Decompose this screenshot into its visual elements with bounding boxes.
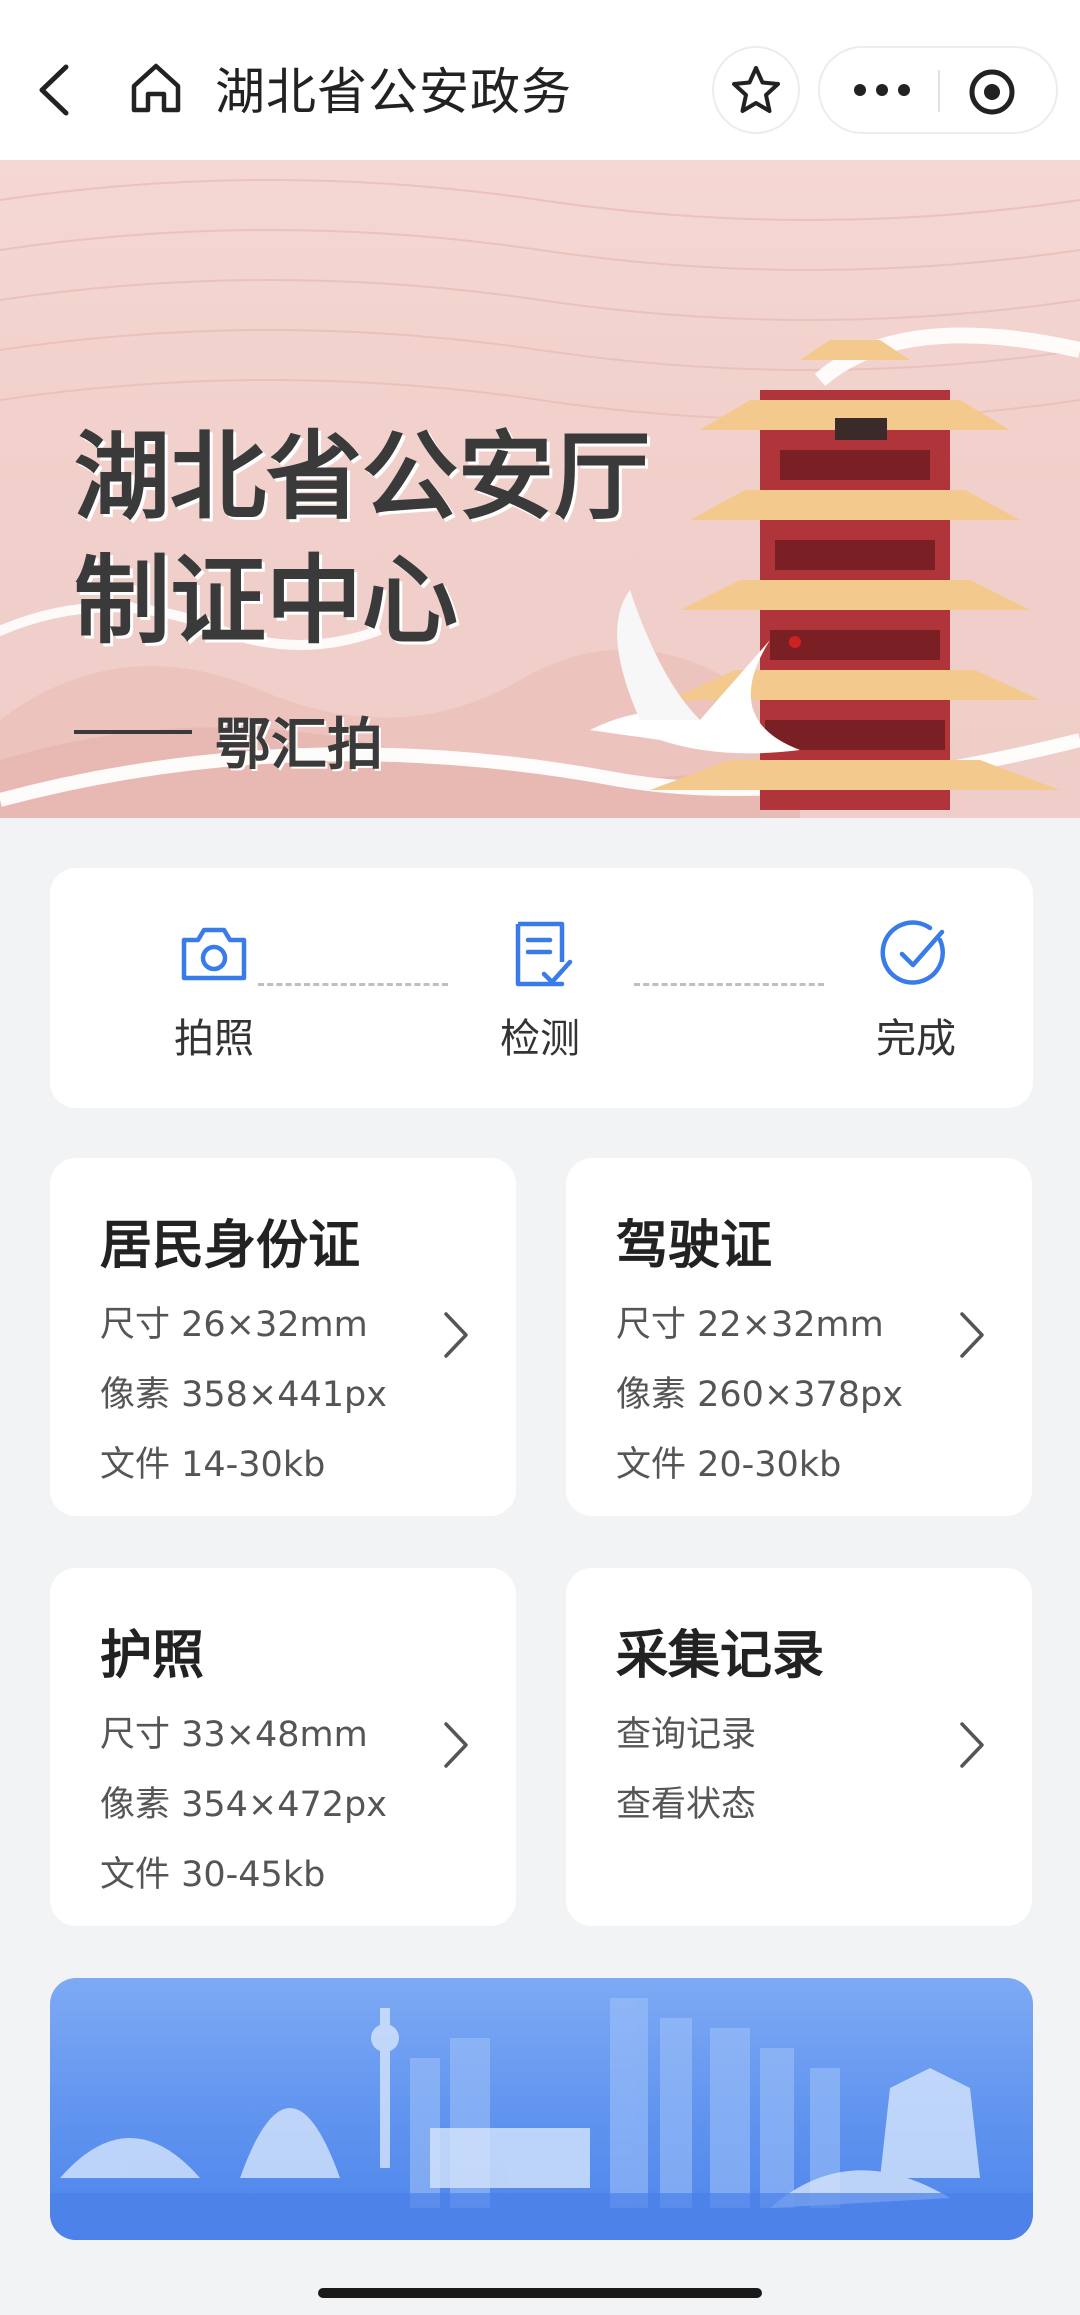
chevron-right-icon [960,1722,984,1768]
home-button[interactable] [128,60,184,116]
card-file: 文件 20-30kb [616,1445,842,1485]
id-card-option[interactable]: 居民身份证 尺寸 26×32mm 像素 358×441px 文件 14-30kb [50,1158,516,1516]
banner-subtitle: 鄂汇拍 [215,712,383,778]
chevron-right-icon [444,1312,468,1358]
page-title: 湖北省公安政务 [215,63,572,121]
passport-option[interactable]: 护照 尺寸 33×48mm 像素 354×472px 文件 30-45kb [50,1568,516,1926]
collection-records-option[interactable]: 采集记录 查询记录 查看状态 [566,1568,1032,1926]
card-title: 驾驶证 [616,1216,773,1276]
mini-program-capsule [818,46,1058,134]
skyline-illustration [50,1998,1033,2240]
driver-license-option[interactable]: 驾驶证 尺寸 22×32mm 像素 260×378px 文件 20-30kb [566,1158,1032,1516]
card-title: 居民身份证 [100,1216,361,1276]
card-title: 采集记录 [616,1626,825,1686]
hero-banner: 湖北省公安厅 制证中心 鄂汇拍 [0,160,1080,818]
card-pixels: 像素 260×378px [616,1375,903,1415]
banner-title: 湖北省公安厅 制证中心 [74,415,650,663]
step-label: 拍照 [174,1016,254,1062]
chevron-right-icon [444,1722,468,1768]
favorite-button[interactable] [712,46,800,134]
back-button[interactable] [30,55,80,125]
banner-dash [74,730,192,734]
step-done: 完成 [836,918,996,1064]
card-size: 尺寸 33×48mm [100,1715,368,1755]
step-photo: 拍照 [134,918,294,1064]
view-status-text: 查看状态 [616,1785,757,1825]
card-file: 文件 30-45kb [100,1855,326,1895]
card-pixels: 像素 358×441px [100,1375,387,1415]
check-document-icon [515,921,573,987]
card-size: 尺寸 22×32mm [616,1305,884,1345]
home-icon [131,63,181,113]
star-icon [732,66,780,113]
top-nav-bar: 湖北省公安政务 [0,0,1080,160]
step-label: 检测 [500,1016,580,1062]
capsule-divider [938,70,940,112]
step-check: 检测 [460,918,620,1064]
banner-title-line1: 湖北省公安厅 [74,420,650,533]
chevron-right-icon [960,1312,984,1358]
home-indicator[interactable] [318,2288,762,2298]
query-records-text: 查询记录 [616,1715,757,1755]
banner-title-line2: 制证中心 [74,544,458,657]
close-target-icon[interactable] [968,68,1016,116]
step-label: 完成 [876,1016,956,1062]
step-connector [634,983,824,986]
step-connector [258,983,448,986]
city-skyline-banner [50,1978,1033,2240]
process-steps-card: 拍照 检测 完成 [50,868,1033,1108]
card-pixels: 像素 354×472px [100,1785,387,1825]
check-circle-icon [880,920,945,985]
card-title: 护照 [100,1626,205,1686]
card-file: 文件 14-30kb [100,1445,326,1485]
camera-icon [181,927,247,981]
chevron-left-icon [39,64,69,116]
more-icon[interactable] [850,70,914,110]
card-size: 尺寸 26×32mm [100,1305,368,1345]
